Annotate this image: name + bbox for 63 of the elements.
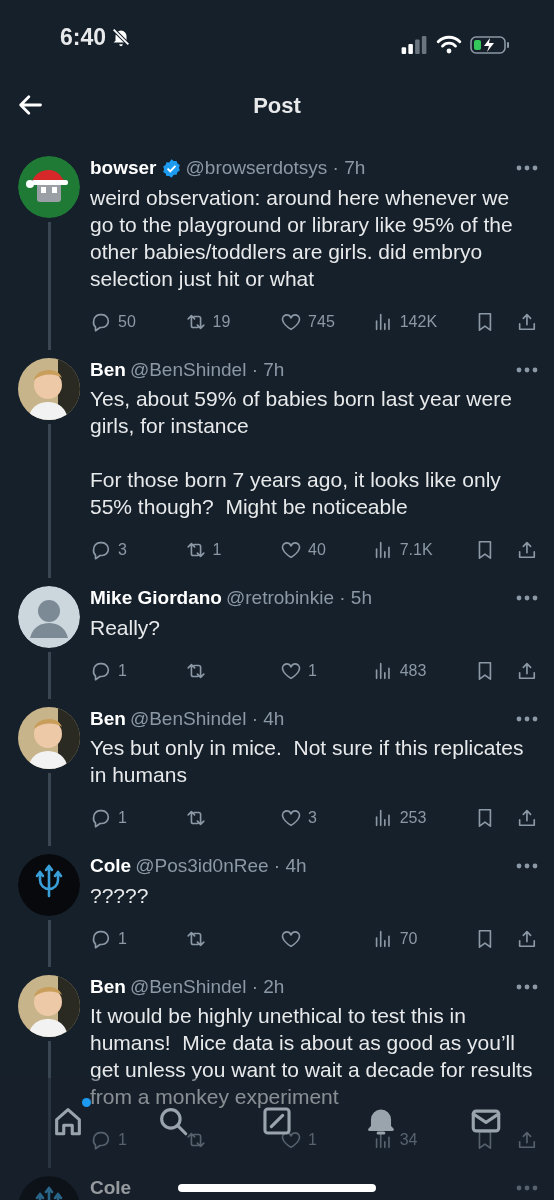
author-name[interactable]: Ben [90, 972, 126, 1001]
repost-count: 19 [212, 311, 231, 332]
more-options-icon[interactable] [516, 1185, 538, 1192]
author-name[interactable]: Mike Giordano [90, 584, 222, 613]
handle-and-time: @browserdotsys · 7h [185, 156, 366, 180]
reply-count: 50 [118, 311, 136, 332]
share-icon[interactable] [516, 1129, 538, 1151]
wifi-icon [436, 35, 462, 54]
heart-icon[interactable] [280, 1129, 303, 1151]
more-options-icon[interactable] [516, 983, 538, 990]
views-count: 7.1K [399, 540, 433, 560]
views-count: 483 [399, 660, 427, 681]
post-text: Really? [90, 614, 162, 641]
reply-count: 3 [118, 540, 127, 560]
notification-dot [82, 1098, 92, 1107]
more-options-icon[interactable] [516, 595, 538, 602]
trident-logo-icon [18, 854, 80, 916]
views-count: 142K [399, 311, 438, 332]
reply-icon[interactable] [90, 1129, 112, 1151]
avatar-drawing [18, 156, 80, 218]
share-icon[interactable] [516, 807, 538, 829]
author-name[interactable]: Ben [90, 704, 126, 733]
reply-count: 1 [118, 808, 127, 828]
handle-and-time: @BenShindel · 2h [129, 974, 285, 999]
author-name[interactable]: Ben [90, 355, 126, 384]
reply-icon[interactable] [90, 539, 112, 561]
handle-and-time: @retrobinkie · 5h [225, 586, 372, 610]
views-count: 34 [399, 1130, 418, 1150]
like-count: 1 [308, 660, 317, 681]
more-options-icon[interactable] [516, 165, 538, 172]
like-count: 3 [308, 808, 317, 828]
author-name[interactable]: Cole [90, 852, 132, 881]
post-text: Yes but only in mice. Not sure if this replicates in humans [90, 735, 525, 788]
like-count: 1 [308, 1130, 317, 1150]
heart-icon[interactable] [280, 539, 303, 561]
handle-and-time: @Pos3id0nRee · 4h [135, 854, 307, 878]
author-name[interactable]: Cole [90, 1174, 132, 1200]
views-count: 70 [399, 928, 418, 949]
reply-count: 1 [118, 928, 127, 949]
more-options-icon[interactable] [516, 863, 538, 870]
reply-icon[interactable] [90, 807, 112, 829]
post-text: It would be highly unethical to test this in humans! Mice data is about as good as you’ll get unless you want to wait a decade for results from a monkey experiment [90, 1003, 534, 1110]
post-text: Yes, about 59% of babies born last year were girls, for instance For those born 7 years ago, it looks like only 55% though? Might be noticeable [90, 386, 513, 520]
page-title: Post [253, 91, 301, 120]
share-icon[interactable] [516, 539, 538, 561]
more-options-icon[interactable] [516, 366, 538, 373]
handle-and-time: @BenShindel · 4h [129, 706, 285, 731]
like-count: 745 [308, 311, 335, 332]
more-options-icon[interactable] [516, 715, 538, 722]
handle-and-time: @BenShindel · 7h [129, 357, 285, 382]
views-count: 253 [399, 808, 427, 828]
clock-time: 6:40 [60, 22, 107, 52]
reply-count: 1 [118, 1130, 127, 1150]
like-count: 40 [308, 540, 326, 560]
reply-count: 1 [118, 660, 127, 681]
default-avatar-icon [18, 586, 80, 648]
post-text: weird observation: around here whenever we go to the playground or library like 95% of the other babies/toddlers are girls. did embryo selection just hit or what [90, 184, 514, 292]
verified-badge-icon [160, 157, 182, 179]
post-text: ????? [90, 882, 150, 909]
author-name[interactable]: bowser [90, 154, 157, 183]
signal-icon [400, 35, 428, 54]
repost-count: 1 [212, 540, 222, 560]
heart-icon[interactable] [280, 807, 303, 829]
